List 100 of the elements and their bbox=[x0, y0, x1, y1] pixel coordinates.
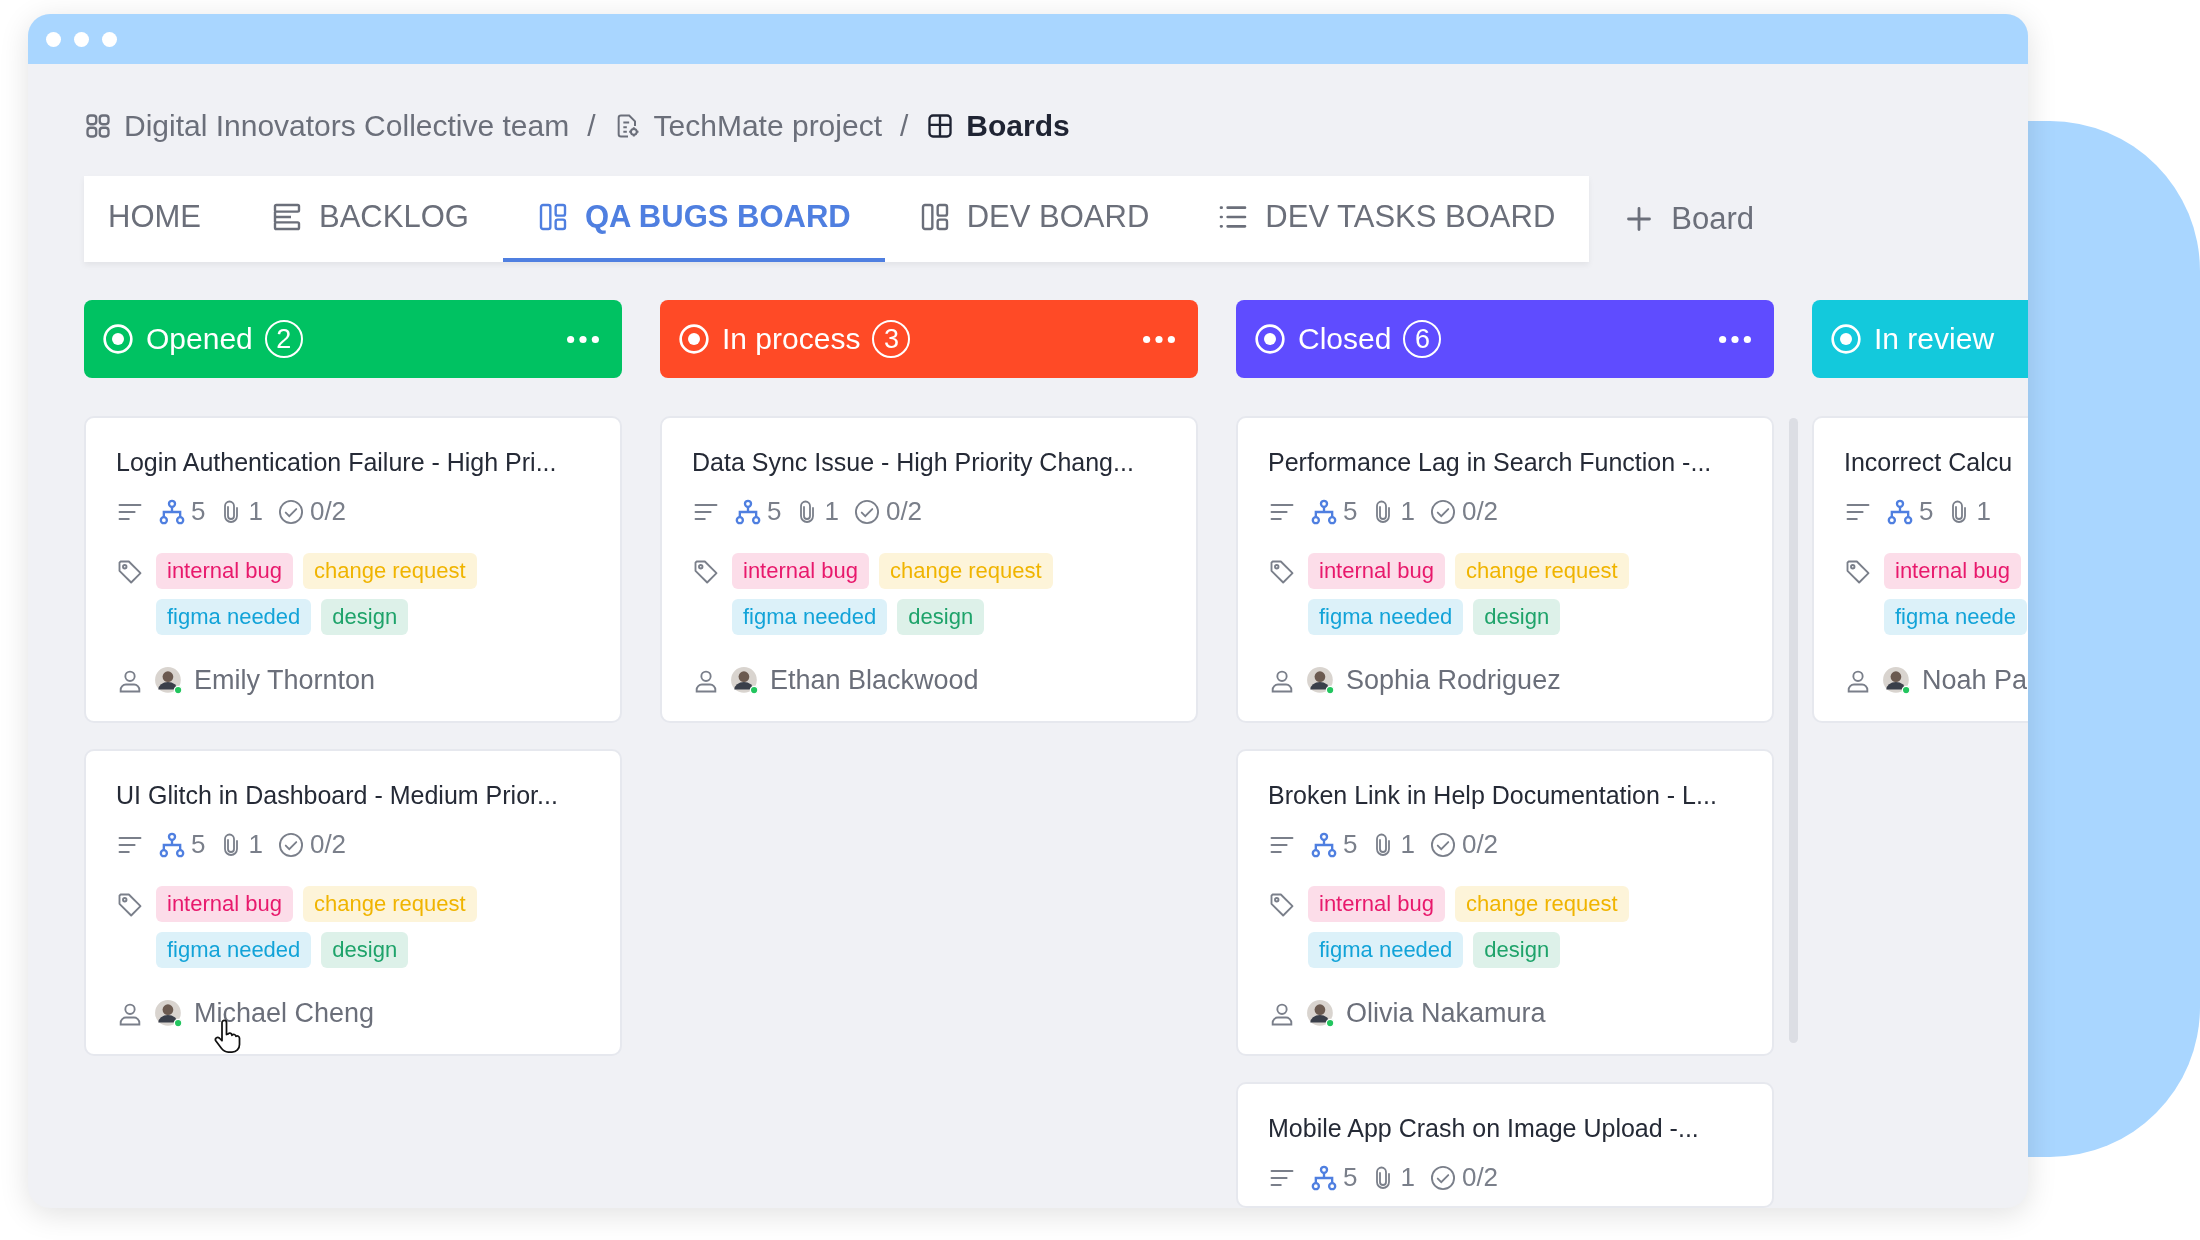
task-card[interactable]: Incorrect Calcu 5 1 internal bug figma neede Noah Pa bbox=[1812, 416, 2028, 723]
check-circle-icon bbox=[276, 497, 305, 526]
status-icon bbox=[678, 323, 710, 355]
attachment-count: 1 bbox=[1400, 1162, 1415, 1193]
assignee-name: Ethan Blackwood bbox=[770, 665, 979, 696]
task-card[interactable]: Performance Lag in Search Function -... 5 1 0/2 internal bug change request figma needed design Sophia Rodriguez bbox=[1236, 416, 1774, 723]
grid-icon bbox=[84, 112, 112, 140]
column-title: In review bbox=[1874, 322, 1995, 356]
task-card[interactable]: UI Glitch in Dashboard - Medium Prior... 5 1 0/2 internal bug change request figma needed design Michael Cheng bbox=[84, 749, 622, 1056]
card-title: Data Sync Issue - High Priority Chang... bbox=[692, 447, 1135, 478]
attachment-count: 1 bbox=[248, 829, 263, 860]
hierarchy-icon bbox=[158, 830, 186, 859]
tag[interactable]: design bbox=[897, 599, 985, 635]
column-title: Opened bbox=[146, 322, 253, 356]
tag[interactable]: internal bug bbox=[1308, 553, 1445, 589]
board-tab[interactable]: BACKLOG bbox=[237, 176, 503, 262]
card-title: UI Glitch in Dashboard - Medium Prior... bbox=[116, 780, 559, 811]
hierarchy-icon bbox=[1886, 497, 1914, 526]
check-circle-icon bbox=[1428, 1163, 1457, 1192]
task-card[interactable]: Mobile App Crash on Image Upload -... 5 1 0/2 bbox=[1236, 1082, 1774, 1208]
check-circle-icon bbox=[1428, 497, 1457, 526]
hierarchy-icon bbox=[1310, 497, 1338, 526]
subtask-count: 5 bbox=[767, 496, 782, 527]
hierarchy-icon bbox=[1310, 1163, 1338, 1192]
hierarchy-icon bbox=[1310, 830, 1338, 859]
subtask-count: 5 bbox=[1919, 496, 1934, 527]
checklist-count: 0/2 bbox=[309, 829, 347, 860]
subtask-count: 5 bbox=[1343, 829, 1358, 860]
card-title: Broken Link in Help Documentation - L... bbox=[1268, 780, 1718, 811]
tag[interactable]: design bbox=[321, 599, 409, 635]
card-title: Mobile App Crash on Image Upload -... bbox=[1268, 1113, 1700, 1144]
checklist-count: 0/2 bbox=[885, 496, 923, 527]
more-icon[interactable] bbox=[566, 334, 600, 344]
breadcrumb-link[interactable]: Boards bbox=[926, 109, 1070, 143]
window-dot-icon bbox=[102, 31, 117, 47]
more-icon[interactable] bbox=[1142, 334, 1176, 344]
board-tab[interactable]: DEV TASKS BOARD bbox=[1183, 176, 1590, 262]
tag[interactable]: figma neede bbox=[1884, 599, 2028, 635]
tag[interactable]: figma needed bbox=[156, 932, 312, 968]
plus-icon bbox=[1625, 205, 1654, 233]
card-title: Performance Lag in Search Function -... bbox=[1268, 447, 1713, 478]
subtask-count: 5 bbox=[191, 496, 206, 527]
avatar bbox=[1882, 665, 1912, 696]
tag-icon bbox=[1268, 891, 1296, 919]
window-dot-icon bbox=[46, 31, 61, 47]
breadcrumb-link[interactable]: Digital Innovators Collective team bbox=[84, 109, 570, 143]
avatar bbox=[730, 665, 760, 696]
tag[interactable]: internal bug bbox=[156, 886, 293, 922]
board-tab[interactable]: DEV BOARD bbox=[884, 176, 1184, 262]
card-count: 3 bbox=[872, 320, 911, 358]
tag-icon bbox=[116, 891, 144, 919]
assignee-name: Emily Thornton bbox=[194, 665, 376, 696]
tag-icon bbox=[692, 558, 720, 586]
hierarchy-icon bbox=[734, 497, 762, 526]
tag[interactable]: internal bug bbox=[732, 553, 869, 589]
checklist-count: 0/2 bbox=[309, 496, 347, 527]
board-tab[interactable]: QA BUGS BOARD bbox=[502, 176, 885, 262]
add-board-button[interactable]: Board bbox=[1625, 193, 1755, 245]
task-card[interactable]: Login Authentication Failure - High Pri... 5 1 0/2 internal bug change request figma needed design Emily Thornton bbox=[84, 416, 622, 723]
avatar bbox=[1306, 998, 1336, 1029]
attachment-count: 1 bbox=[1400, 829, 1415, 860]
tag[interactable]: internal bug bbox=[1308, 886, 1445, 922]
tag[interactable]: internal bug bbox=[1884, 553, 2021, 589]
attachment-count: 1 bbox=[1400, 496, 1415, 527]
checklist-count: 0/2 bbox=[1461, 1162, 1499, 1193]
card-count: 2 bbox=[264, 320, 303, 358]
card-count: 6 bbox=[1403, 320, 1442, 358]
check-circle-icon bbox=[852, 497, 881, 526]
attachment-count: 1 bbox=[1976, 496, 1991, 527]
subtask-count: 5 bbox=[1343, 1162, 1358, 1193]
subtask-count: 5 bbox=[1343, 496, 1358, 527]
assignee-name: Olivia Nakamura bbox=[1346, 998, 1546, 1029]
assignee-name: Sophia Rodriguez bbox=[1346, 665, 1561, 696]
window-dot-icon bbox=[74, 31, 89, 47]
tag[interactable]: internal bug bbox=[156, 553, 293, 589]
check-circle-icon bbox=[1428, 830, 1457, 859]
task-card[interactable]: Data Sync Issue - High Priority Chang... 5 1 0/2 internal bug change request figma needed design Ethan Blackwood bbox=[660, 416, 1198, 723]
tag-icon bbox=[116, 558, 144, 586]
more-icon[interactable] bbox=[1718, 334, 1752, 344]
tag[interactable]: figma needed bbox=[156, 599, 312, 635]
board-tab[interactable]: HOME bbox=[84, 176, 237, 262]
tag[interactable]: figma needed bbox=[732, 599, 888, 635]
status-icon bbox=[1830, 323, 1862, 355]
tag[interactable]: design bbox=[1473, 599, 1561, 635]
tag[interactable]: design bbox=[321, 932, 409, 968]
breadcrumb-link[interactable]: TechMate project bbox=[613, 109, 882, 143]
status-icon bbox=[102, 323, 134, 355]
table-icon bbox=[926, 112, 955, 140]
tag[interactable]: figma needed bbox=[1308, 932, 1464, 968]
column-title: In process bbox=[722, 322, 861, 356]
checklist-count: 0/2 bbox=[1461, 496, 1499, 527]
check-circle-icon bbox=[276, 830, 305, 859]
checklist-count: 0/2 bbox=[1461, 829, 1499, 860]
tag[interactable]: design bbox=[1473, 932, 1561, 968]
tag[interactable]: figma needed bbox=[1308, 599, 1464, 635]
hierarchy-icon bbox=[158, 497, 186, 526]
avatar bbox=[1306, 665, 1336, 696]
avatar bbox=[154, 665, 184, 696]
task-card[interactable]: Broken Link in Help Documentation - L... 5 1 0/2 internal bug change request figma needed design Olivia Nakamura bbox=[1236, 749, 1774, 1056]
assignee-name: Noah Pa bbox=[1922, 665, 2028, 696]
